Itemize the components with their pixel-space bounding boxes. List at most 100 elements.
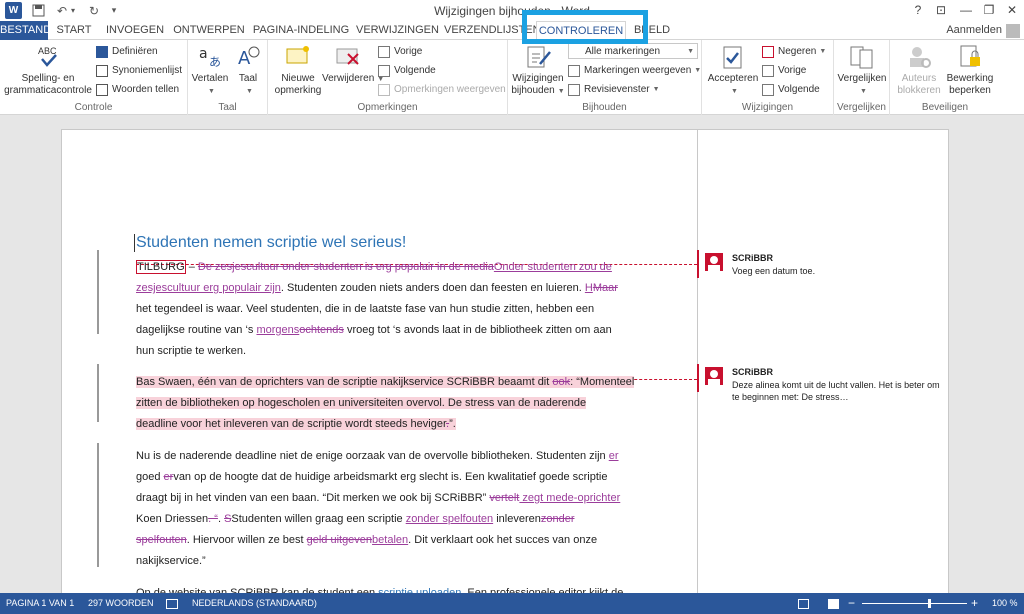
- language-dropdown-icon[interactable]: ▼: [246, 88, 253, 95]
- compare-dropdown-icon[interactable]: ▼: [860, 88, 867, 95]
- read-mode-icon[interactable]: [798, 599, 809, 609]
- pane-dropdown-icon[interactable]: ▼: [653, 86, 660, 93]
- paragraph-1-line-1[interactable]: TILBURG – De zesjescultuur onder student…: [136, 257, 612, 278]
- reviewing-pane-button[interactable]: Revisievenster ▼: [568, 81, 660, 98]
- tab-start[interactable]: START: [52, 21, 96, 40]
- document-heading[interactable]: Studenten nemen scriptie wel serieus!: [136, 234, 406, 252]
- accept-button[interactable]: Accepteren ▼: [704, 44, 762, 98]
- user-avatar-icon[interactable]: [1006, 24, 1020, 38]
- deleted-text[interactable]: spelfouten: [136, 534, 187, 546]
- track-changes-button[interactable]: Wijzigingen bijhouden ▼: [510, 44, 566, 98]
- commented-text[interactable]: zitten de bibliotheken op hogescholen en…: [136, 397, 587, 409]
- inserted-text[interactable]: er: [609, 450, 619, 462]
- prev-comment-button[interactable]: Vorige: [378, 43, 422, 60]
- inserted-text[interactable]: zesjescultuur erg populair zijn: [136, 282, 281, 294]
- proofing-icon[interactable]: [166, 599, 178, 609]
- page-indicator[interactable]: PAGINA 1 VAN 1: [6, 598, 74, 608]
- inserted-text[interactable]: zonder spelfouten: [406, 513, 493, 525]
- translate-button[interactable]: aあ Vertalen ▼: [190, 44, 230, 98]
- block-authors-button[interactable]: Auteurs blokkeren: [892, 44, 946, 97]
- group-label-vergelijken: Vergelijken: [837, 102, 886, 113]
- commented-text[interactable]: Bas Swaen, één van de oprichters van de …: [136, 376, 635, 388]
- translate-dropdown-icon[interactable]: ▼: [208, 88, 215, 95]
- inserted-text[interactable]: Onder studenten zou de: [494, 261, 612, 273]
- word-count[interactable]: 297 WOORDEN: [88, 598, 154, 608]
- next-change-button[interactable]: Volgende: [762, 81, 820, 98]
- zoom-level[interactable]: 100 %: [992, 598, 1018, 608]
- restrict-editing-button[interactable]: Bewerking beperken: [944, 44, 996, 97]
- deleted-text[interactable]: . “: [208, 513, 218, 525]
- next-comment-button[interactable]: Volgende: [378, 62, 436, 79]
- tab-verwijzingen[interactable]: VERWIJZINGEN: [356, 21, 439, 40]
- show-comments-button[interactable]: Opmerkingen weergeven: [378, 81, 506, 98]
- accept-dropdown-icon[interactable]: ▼: [731, 88, 738, 95]
- inserted-text[interactable]: H: [585, 282, 593, 294]
- deleted-text[interactable]: Maar: [593, 282, 618, 294]
- zoom-out-icon[interactable]: −: [848, 596, 855, 610]
- deleted-text[interactable]: geld uitgeven: [307, 534, 372, 546]
- wordcount-button[interactable]: Woorden tellen: [96, 81, 179, 98]
- paragraph-3-line-1[interactable]: Nu is de naderende deadline niet de enig…: [136, 446, 619, 467]
- deleted-text[interactable]: ochtends: [299, 324, 344, 336]
- display-dropdown-icon[interactable]: ▼: [687, 48, 694, 55]
- define-button[interactable]: Definiëren: [96, 43, 158, 60]
- ribbon-display-icon[interactable]: ⊡: [930, 2, 952, 19]
- spelling-button[interactable]: ABC Spelling- en grammaticacontrole: [2, 44, 94, 97]
- book-icon: [96, 45, 108, 58]
- prev-change-button[interactable]: Vorige: [762, 62, 806, 79]
- language-button[interactable]: A Taal ▼: [230, 44, 266, 98]
- language-status[interactable]: NEDERLANDS (STANDAARD): [192, 598, 317, 608]
- paragraph-1-line-5[interactable]: hun scriptie te werken.: [136, 341, 246, 362]
- tab-bestand[interactable]: BESTAND: [0, 21, 51, 40]
- close-icon[interactable]: ✕: [1001, 2, 1023, 19]
- paragraph-3-line-3[interactable]: draagt bij in het vinden van een baan. “…: [136, 488, 620, 509]
- print-layout-icon[interactable]: [828, 599, 839, 609]
- comment-text[interactable]: Voeg een datum toe.: [732, 265, 942, 277]
- paragraph-1-line-2[interactable]: zesjescultuur erg populair zijn. Student…: [136, 278, 618, 299]
- tab-invoegen[interactable]: INVOEGEN: [104, 21, 166, 40]
- zoom-slider-thumb[interactable]: [928, 599, 931, 608]
- minimize-icon[interactable]: —: [955, 2, 977, 19]
- paragraph-3-line-6[interactable]: nakijkservice.”: [136, 551, 206, 572]
- new-comment-button[interactable]: Nieuwe opmerking: [270, 44, 326, 97]
- inserted-text[interactable]: betalen: [372, 534, 408, 546]
- compare-button[interactable]: Vergelijken ▼: [836, 44, 888, 98]
- paragraph-2-line-3[interactable]: deadline voor het inleveren van de scrip…: [136, 414, 456, 435]
- thesaurus-button[interactable]: Synoniemenlijst: [96, 62, 182, 79]
- track-changes-label: Wijzigingen bijhouden: [511, 73, 564, 96]
- deleted-text[interactable]: De zesjescultuur onder studenten is erg …: [198, 261, 494, 273]
- reject-button[interactable]: Negeren ▼: [762, 43, 826, 60]
- deleted-text[interactable]: vertelt: [489, 492, 519, 504]
- display-for-review-select[interactable]: Alle markeringen ▼: [568, 43, 698, 59]
- paragraph-3-line-5[interactable]: spelfouten. Hiervoor willen ze best geld…: [136, 530, 597, 551]
- tab-ontwerpen[interactable]: ONTWERPEN: [172, 21, 246, 40]
- track-dropdown-icon[interactable]: ▼: [558, 88, 565, 95]
- commented-text[interactable]: deadline voor het inleveren van de scrip…: [136, 418, 456, 430]
- paragraph-2-line-1[interactable]: Bas Swaen, één van de oprichters van de …: [136, 372, 635, 393]
- delete-comment-button[interactable]: Verwijderen ▼: [322, 44, 384, 86]
- maximize-icon[interactable]: ❐: [978, 2, 1000, 19]
- paragraph-2-line-2[interactable]: zitten de bibliotheken op hogescholen en…: [136, 393, 587, 414]
- inserted-text[interactable]: morgens: [256, 324, 299, 336]
- tab-verzendlijsten[interactable]: VERZENDLIJSTEN: [444, 21, 541, 40]
- paragraph-1-line-3[interactable]: het tegendeel is waar. Veel studenten, d…: [136, 299, 594, 320]
- show-markup-dropdown-icon[interactable]: ▼: [694, 67, 701, 74]
- document-page[interactable]: Studenten nemen scriptie wel serieus! TI…: [61, 129, 949, 599]
- deleted-text[interactable]: zonder: [541, 513, 575, 525]
- document-workspace[interactable]: Studenten nemen scriptie wel serieus! TI…: [0, 115, 1024, 599]
- deleted-text[interactable]: er: [164, 471, 174, 483]
- paragraph-1-line-4[interactable]: dagelijkse routine van ‘s morgensochtend…: [136, 320, 612, 341]
- sign-in-link[interactable]: Aanmelden: [946, 24, 1002, 36]
- paragraph-3-line-2[interactable]: goed ervan op de hoogte dat de huidige a…: [136, 467, 607, 488]
- zoom-slider[interactable]: [862, 603, 967, 604]
- comment-text[interactable]: Deze alinea komt uit de lucht vallen. He…: [732, 379, 942, 403]
- deleted-text[interactable]: ook: [552, 376, 570, 388]
- inserted-text[interactable]: zegt mede-oprichter: [519, 492, 620, 504]
- comment-anchor[interactable]: TILBURG: [136, 260, 186, 274]
- paragraph-3-line-4[interactable]: Koen Driessen. “. SStudenten willen graa…: [136, 509, 574, 530]
- help-icon[interactable]: ?: [907, 2, 929, 19]
- tab-pagina-indeling[interactable]: PAGINA-INDELING: [252, 21, 350, 40]
- reject-dropdown-icon[interactable]: ▼: [819, 48, 826, 55]
- zoom-in-icon[interactable]: +: [971, 596, 978, 610]
- show-markup-button[interactable]: Markeringen weergeven ▼: [568, 62, 701, 79]
